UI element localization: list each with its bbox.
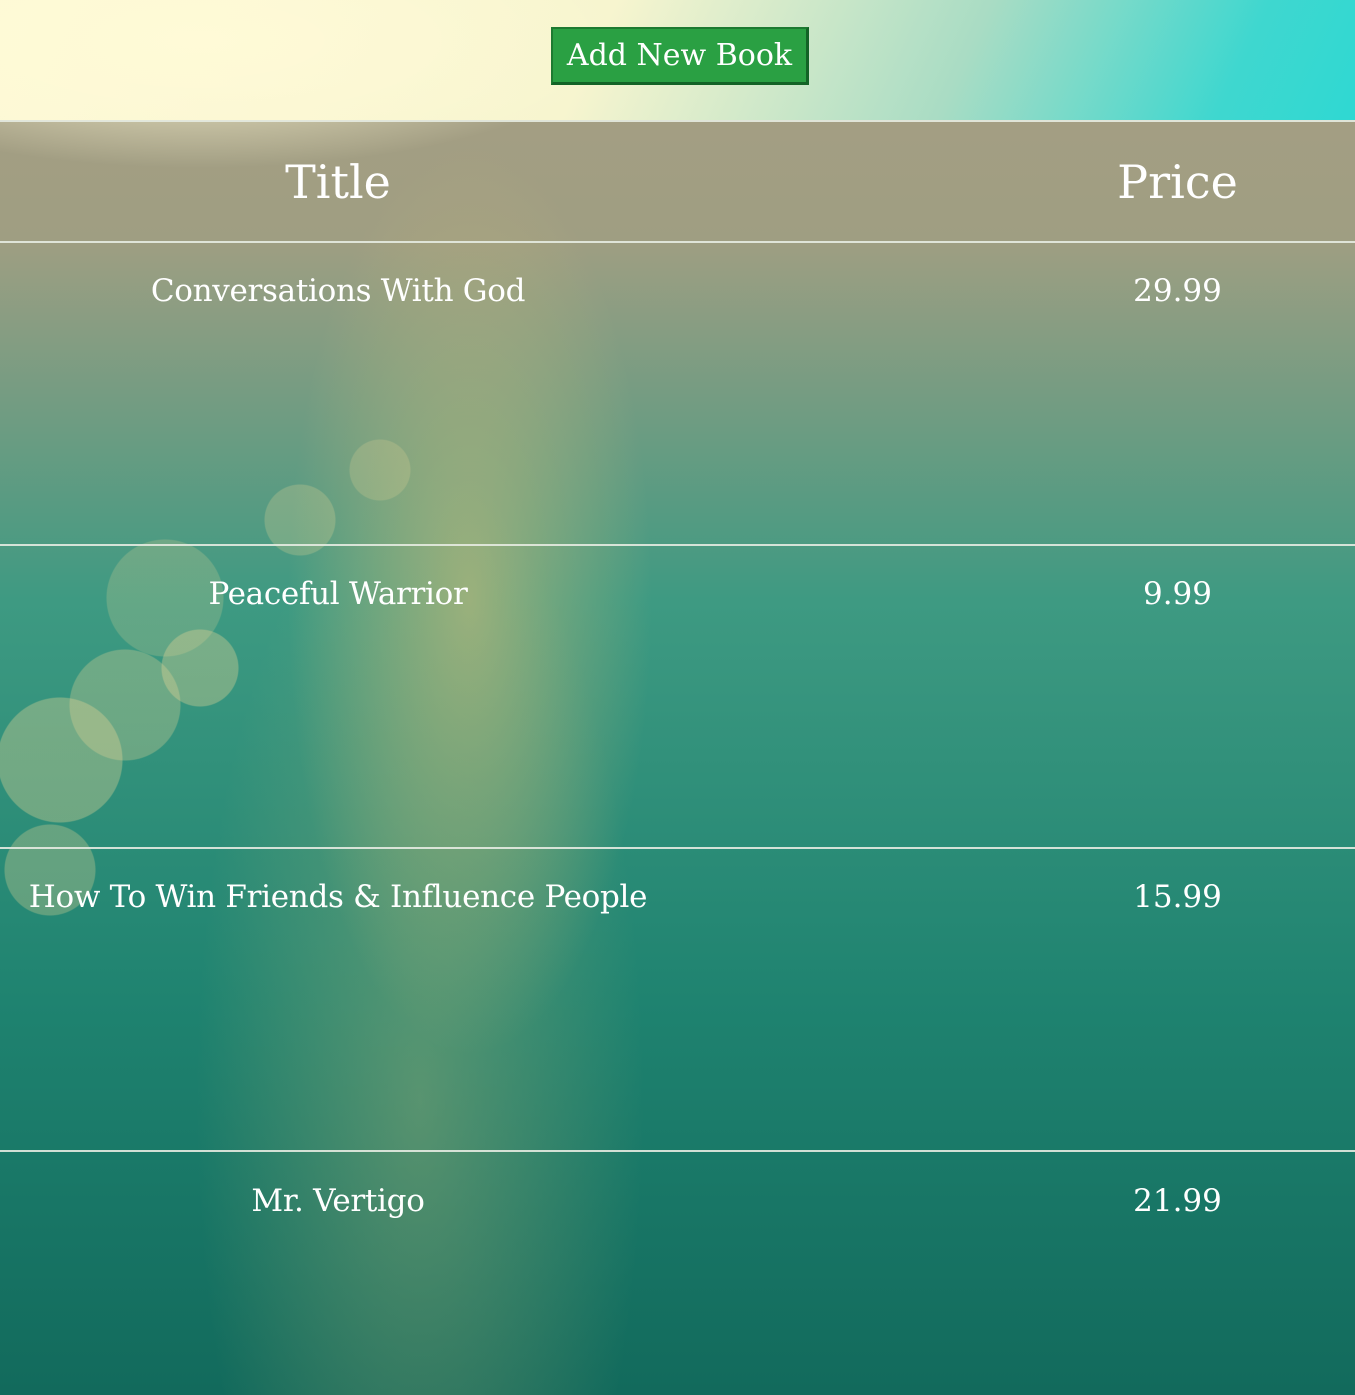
book-title-cell: Peaceful Warrior xyxy=(208,576,468,612)
table-row[interactable]: Peaceful Warrior 9.99 xyxy=(0,546,1355,849)
table-row[interactable]: Mr. Vertigo 21.99 xyxy=(0,1153,1355,1395)
book-price-cell: 9.99 xyxy=(1142,576,1213,612)
book-price-cell: 29.99 xyxy=(1133,273,1222,309)
book-price-cell: 21.99 xyxy=(1133,1183,1222,1219)
book-title-cell: Mr. Vertigo xyxy=(251,1183,425,1219)
book-title-cell: How To Win Friends & Influence People xyxy=(28,879,648,915)
table-row[interactable]: Conversations With God 29.99 xyxy=(0,243,1355,546)
book-price-cell: 15.99 xyxy=(1133,879,1222,915)
title-column-header: Title xyxy=(285,155,391,209)
book-title-cell: Conversations With God xyxy=(150,273,526,309)
price-column-header: Price xyxy=(1117,155,1238,209)
top-toolbar: Add New Book xyxy=(0,0,1355,120)
books-table: Title Price Conversations With God 29.99… xyxy=(0,120,1355,1395)
add-new-book-button[interactable]: Add New Book xyxy=(551,27,809,85)
table-header-row: Title Price xyxy=(0,122,1355,243)
table-row[interactable]: How To Win Friends & Influence People 15… xyxy=(0,849,1355,1152)
